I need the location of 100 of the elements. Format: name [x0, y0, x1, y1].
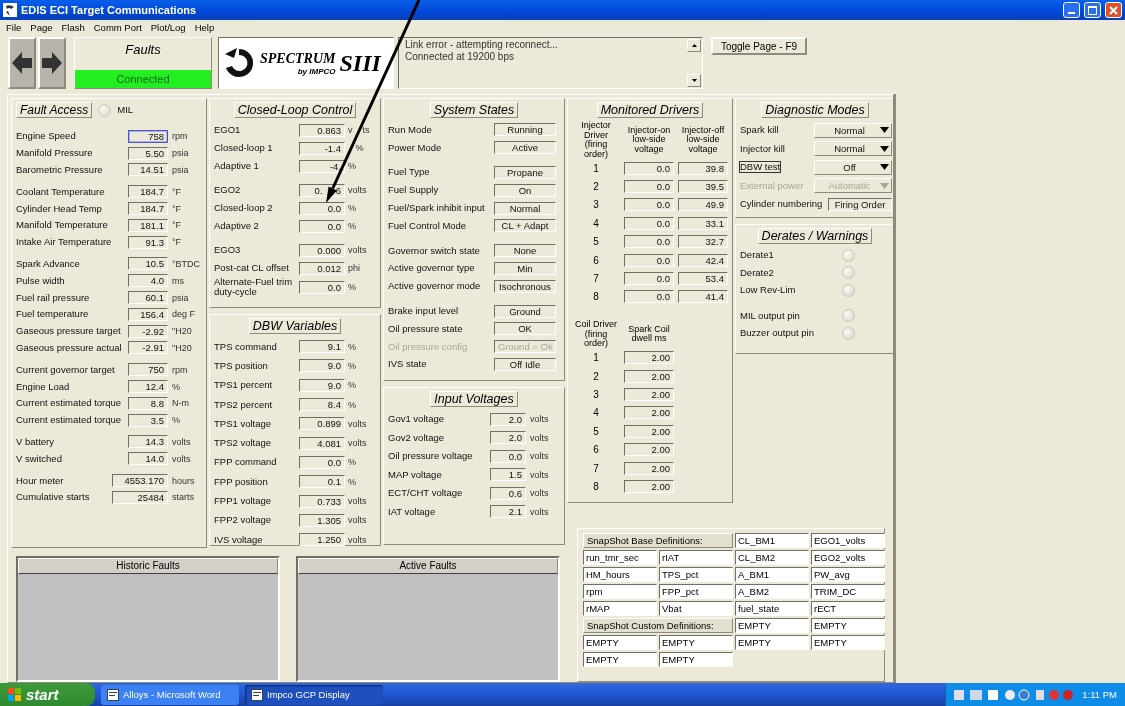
reading-label: TPS command [214, 341, 277, 352]
snapshot-field[interactable]: EMPTY [583, 635, 657, 650]
snapshot-field[interactable]: rMAP [583, 601, 657, 616]
snapshot-field[interactable]: A_BM1 [735, 567, 809, 582]
snapshot-field[interactable]: EGO1_volts [811, 533, 885, 548]
voltage-value: 0.0 [624, 253, 674, 267]
snapshot-field[interactable]: fuel_state [735, 601, 809, 616]
unit-label: rpm [172, 364, 189, 375]
reading-label: IVS voltage [214, 534, 263, 545]
unit-label: volts [172, 453, 192, 464]
forward-button[interactable] [38, 37, 66, 89]
reading-label: Barometric Pressure [16, 165, 103, 175]
unit-label: volts [348, 496, 368, 506]
cylinder-number: 5 [592, 236, 600, 248]
fault-access-button[interactable]: Fault Access [16, 102, 93, 118]
start-button[interactable]: start [0, 683, 95, 706]
dropdown-caret-icon [880, 145, 889, 152]
reading-label: Spark Advance [16, 258, 80, 269]
reading-value: 0.6 [490, 486, 526, 500]
close-icon [1109, 5, 1118, 15]
reading-value: 156.4 [128, 307, 168, 321]
snapshot-field[interactable]: run_tmr_sec [583, 550, 657, 565]
snapshot-field[interactable]: rECT [811, 601, 885, 616]
mode-dropdown[interactable]: Normal [814, 141, 892, 157]
column-header: Injector-on low-side voltage [626, 125, 672, 155]
snapshot-field[interactable]: rpm [583, 584, 657, 599]
voltage-value: 0.0 [624, 180, 674, 194]
reading-value: 1.5 [490, 468, 526, 482]
reading-label: TPS1 voltage [214, 418, 272, 429]
unit-label: °F [172, 186, 183, 197]
voltage-value: 41.4 [678, 290, 728, 304]
dwell-value: 2.00 [624, 461, 674, 475]
menu-item[interactable]: File [6, 21, 22, 33]
menu-item[interactable]: Plot/Log [150, 21, 186, 33]
unit-label: volts [348, 515, 368, 526]
voltage-value: 39.8 [678, 161, 728, 175]
warning-label: Buzzer output pin [740, 328, 814, 339]
state-label: Fuel Type [388, 167, 430, 178]
state-value: Propane [494, 166, 556, 179]
mode-dropdown[interactable]: Off [814, 159, 892, 175]
reading-value: 0.1 [299, 475, 345, 489]
snapshot-field[interactable]: TPS_pct [659, 567, 733, 582]
snapshot-field[interactable]: EMPTY [659, 635, 733, 650]
maximize-icon [1088, 5, 1097, 15]
mode-label: External power [740, 180, 804, 191]
warning-label: Derate1 [740, 250, 774, 261]
menu-item[interactable]: Page [30, 21, 53, 33]
unit-label: volts [530, 488, 550, 499]
snapshot-field[interactable]: EMPTY [735, 618, 809, 633]
snapshot-field[interactable]: EMPTY [811, 635, 885, 650]
scroll-up-button[interactable] [687, 39, 701, 52]
panel-title: DBW Variables [248, 318, 342, 334]
snapshot-field[interactable]: EMPTY [811, 618, 885, 633]
reading-label: V switched [16, 453, 62, 464]
reading-value: 25484 [112, 490, 168, 504]
snapshot-field[interactable]: EMPTY [659, 652, 733, 667]
snapshot-field[interactable]: FPP_pct [659, 584, 733, 599]
panel-title: System States [429, 102, 519, 118]
snapshot-field[interactable]: CL_BM2 [735, 550, 809, 565]
reading-label: TPS1 percent [214, 380, 273, 391]
reading-value: 2.1 [490, 505, 526, 519]
snapshot-field[interactable]: A_BM2 [735, 584, 809, 599]
maximize-button[interactable] [1084, 2, 1101, 18]
mode-dropdown[interactable]: Normal [814, 122, 892, 138]
snapshot-field[interactable]: CL_BM1 [735, 533, 809, 548]
unit-label: deg F [172, 309, 196, 320]
reading-label: Coolant Temperature [16, 186, 105, 197]
unit-label: % [348, 360, 357, 371]
state-label: Power Mode [388, 142, 442, 153]
unit-label: psia [172, 292, 190, 303]
close-button[interactable] [1105, 2, 1122, 18]
mode-label: Injector kill [740, 143, 785, 154]
snapshot-field[interactable]: PW_avg [811, 567, 885, 582]
fault-list[interactable]: Active Faults [296, 556, 560, 682]
back-button[interactable] [8, 37, 36, 89]
mode-label: DBW test [740, 162, 781, 173]
reading-label: Intake Air Temperature [16, 237, 112, 248]
left-arrow-icon [12, 52, 32, 74]
snapshot-field[interactable]: TRIM_DC [811, 584, 885, 599]
taskbar-button[interactable]: Alloys - Microsoft Word [101, 684, 239, 705]
cylinder-number: 2 [592, 181, 600, 193]
menu-item[interactable]: Help [194, 21, 215, 33]
fault-list[interactable]: Historic Faults [16, 556, 280, 682]
reading-value: 12.4 [128, 380, 168, 394]
snapshot-field[interactable]: Vbat [659, 601, 733, 616]
snapshot-field[interactable]: rIAT [659, 550, 733, 565]
taskbar-button[interactable]: Impco GCP Display [245, 684, 383, 705]
snapshot-field[interactable]: EGO2_volts [811, 550, 885, 565]
menu-item[interactable]: Comm Port [93, 21, 142, 33]
snapshot-field[interactable]: EMPTY [735, 635, 809, 650]
snapshot-field[interactable]: HM_hours [583, 567, 657, 582]
toggle-page-button[interactable]: Toggle Page - F9 [711, 37, 807, 55]
state-value: None [494, 244, 556, 258]
menu-item[interactable]: Flash [61, 21, 85, 33]
snapshot-field[interactable]: EMPTY [583, 652, 657, 667]
reading-label: Manifold Temperature [16, 220, 108, 231]
minimize-button[interactable] [1063, 2, 1080, 18]
reading-label: FPP position [214, 476, 268, 487]
reading-value: 0.0 [299, 280, 345, 294]
scroll-down-button[interactable] [687, 74, 701, 87]
